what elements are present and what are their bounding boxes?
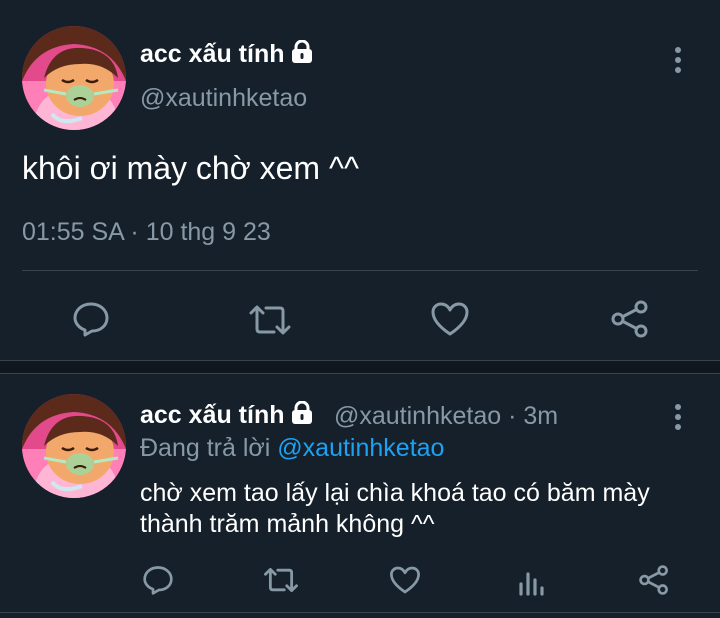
tweet-text: chờ xem tao lấy lại chìa khoá tao có băm…: [140, 479, 650, 538]
section-divider: [0, 360, 720, 374]
like-button[interactable]: [428, 298, 472, 340]
tweet-text: khôi ơi mày chờ xem ^^: [22, 150, 359, 186]
replying-to: Đang trả lời @xautinhketao: [140, 434, 445, 462]
retweet-button[interactable]: [248, 300, 292, 340]
avatar[interactable]: [22, 394, 126, 498]
share-button[interactable]: [636, 563, 672, 597]
retweet-button[interactable]: [262, 564, 300, 596]
divider: [0, 612, 720, 613]
more-options-icon[interactable]: [674, 404, 682, 434]
reply-icon: [143, 566, 173, 595]
handle-time[interactable]: @xautinhketao · 3m: [334, 402, 558, 431]
avatar[interactable]: [22, 26, 126, 130]
share-icon: [639, 565, 668, 595]
analytics-button[interactable]: [514, 564, 550, 598]
more-options-icon[interactable]: [674, 47, 682, 77]
like-icon: [431, 302, 469, 336]
lock-icon: [291, 39, 313, 71]
display-name[interactable]: acc xấu tính: [140, 400, 313, 432]
reply-icon: [73, 302, 109, 337]
like-button[interactable]: [387, 563, 423, 597]
reply-button[interactable]: [70, 298, 112, 340]
retweet-icon: [264, 567, 298, 593]
lock-icon: [291, 400, 313, 432]
display-name[interactable]: acc xấu tính: [140, 39, 313, 71]
share-icon: [611, 300, 648, 338]
share-button[interactable]: [608, 298, 652, 340]
retweet-icon: [249, 305, 291, 335]
like-icon: [390, 566, 420, 594]
timestamp[interactable]: 01:55 SA · 10 thg 9 23: [22, 218, 271, 247]
mention-link[interactable]: @xautinhketao: [277, 434, 444, 462]
analytics-icon: [519, 572, 544, 596]
reply-button[interactable]: [140, 563, 176, 597]
handle[interactable]: @xautinhketao: [140, 84, 307, 113]
divider: [22, 270, 698, 271]
